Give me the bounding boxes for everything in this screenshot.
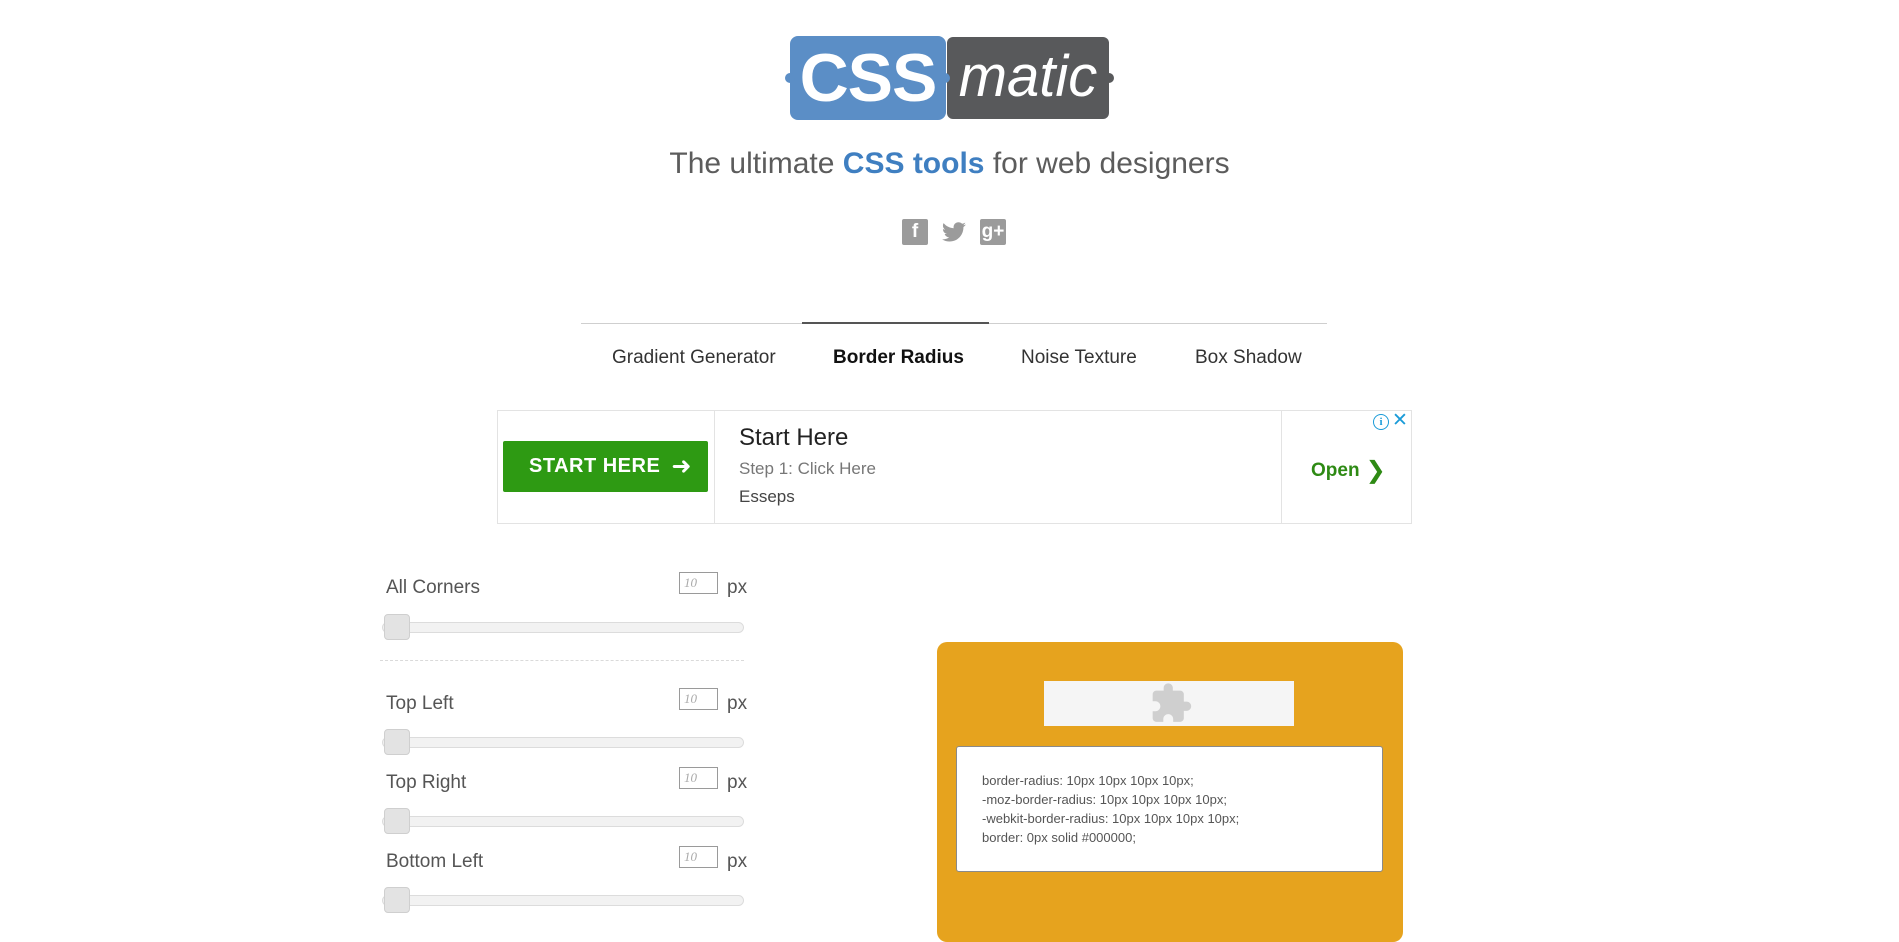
active-tab-indicator (802, 322, 989, 324)
all-corners-label: All Corners (386, 577, 480, 598)
ad-start-button[interactable]: START HERE ➜ (503, 441, 708, 492)
close-icon[interactable]: ✕ (1392, 411, 1408, 431)
logo-nub-right (1104, 73, 1114, 83)
tab-box-shadow[interactable]: Box Shadow (1195, 340, 1302, 376)
code-line: border: 0px solid #000000; (982, 830, 1136, 845)
all-corners-slider-handle[interactable] (384, 614, 410, 640)
social-links: f g+ (902, 219, 1006, 245)
top-left-slider-track[interactable] (382, 737, 744, 748)
code-line: border-radius: 10px 10px 10px 10px; (982, 773, 1194, 788)
google-plus-icon[interactable]: g+ (980, 219, 1006, 245)
facebook-icon[interactable]: f (902, 219, 928, 245)
tagline-prefix: The ultimate (669, 147, 843, 180)
top-right-slider-handle[interactable] (384, 808, 410, 834)
top-right-label: Top Right (386, 772, 467, 793)
tool-tabs: Gradient Generator Border Radius Noise T… (581, 340, 1327, 376)
ad-start-label: START HERE (529, 455, 661, 477)
tab-noise-texture[interactable]: Noise Texture (1021, 340, 1137, 376)
all-corners-input[interactable]: 10 (679, 572, 718, 594)
info-icon[interactable]: i (1373, 414, 1389, 430)
puzzle-icon (1149, 681, 1193, 726)
bottom-left-unit: px (727, 851, 748, 872)
ad-banner[interactable]: START HERE ➜ Start Here Step 1: Click He… (497, 410, 1412, 524)
logo-css-block: CSS (790, 36, 946, 120)
logo-matic-block: matic (947, 37, 1109, 119)
ad-divider (714, 411, 715, 523)
ad-brand: Esseps (739, 487, 795, 506)
logo-nub-mid (940, 73, 950, 83)
css-code-output[interactable]: border-radius: 10px 10px 10px 10px; -moz… (956, 746, 1383, 872)
chevron-right-icon: ❯ (1365, 457, 1386, 484)
top-left-input[interactable]: 10 (679, 688, 718, 710)
bottom-left-input[interactable]: 10 (679, 846, 718, 868)
ad-divider (1281, 411, 1282, 523)
top-left-slider-handle[interactable] (384, 729, 410, 755)
section-divider (380, 660, 744, 661)
top-right-unit: px (727, 772, 748, 793)
all-corners-slider-track[interactable] (382, 622, 744, 633)
tab-gradient-generator[interactable]: Gradient Generator (612, 340, 776, 376)
twitter-icon[interactable] (941, 219, 967, 245)
ad-subtitle: Step 1: Click Here (739, 459, 876, 478)
top-right-slider-track[interactable] (382, 816, 744, 827)
bottom-left-label: Bottom Left (386, 851, 484, 872)
top-right-input[interactable]: 10 (679, 767, 718, 789)
ad-open-label: Open (1311, 460, 1360, 481)
top-left-unit: px (727, 693, 748, 714)
tagline-suffix: for web designers (984, 147, 1230, 180)
code-line: -moz-border-radius: 10px 10px 10px 10px; (982, 792, 1227, 807)
tagline-accent: CSS tools (842, 147, 985, 180)
ad-title[interactable]: Start Here (739, 424, 848, 452)
cssmatic-logo[interactable]: CSS matic (785, 36, 1114, 120)
arrow-right-icon: ➜ (671, 453, 692, 480)
tab-border-radius[interactable]: Border Radius (833, 340, 964, 376)
puzzle-svg (1152, 683, 1192, 722)
twitter-bird-svg (942, 222, 966, 242)
code-line: -webkit-border-radius: 10px 10px 10px 10… (982, 811, 1240, 826)
preview-box[interactable]: border-radius: 10px 10px 10px 10px; -moz… (937, 642, 1403, 942)
all-corners-unit: px (727, 577, 748, 598)
ad-open-link[interactable]: Open ❯ (1311, 454, 1386, 484)
logo-nub-left (785, 73, 795, 83)
tagline: The ultimate CSS tools for web designers (0, 147, 1899, 181)
color-picker-box[interactable] (1044, 681, 1294, 726)
bottom-left-slider-track[interactable] (382, 895, 744, 906)
top-left-label: Top Left (386, 693, 454, 714)
bottom-left-slider-handle[interactable] (384, 887, 410, 913)
